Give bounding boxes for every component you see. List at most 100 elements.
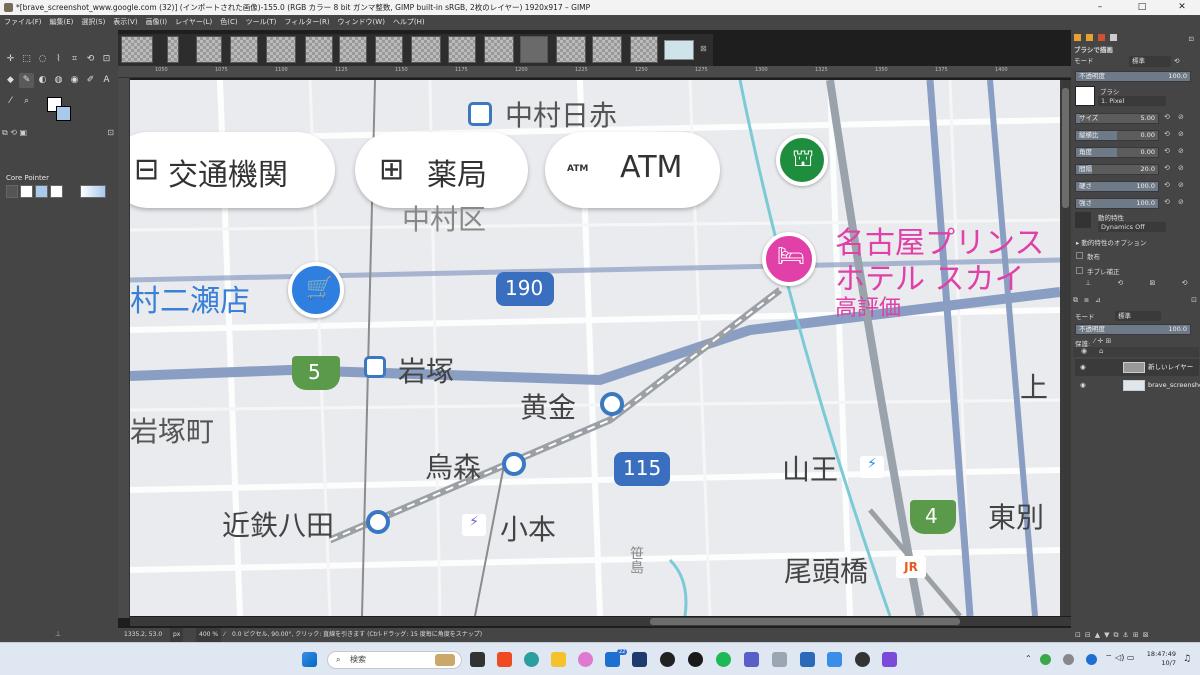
duplicate-layer-icon[interactable]: ⧉ [1114,631,1123,639]
image-tab-thumb[interactable] [630,36,658,63]
image-tab-thumb[interactable] [556,36,586,63]
fg-swatch[interactable] [20,185,33,198]
slider-link-icon[interactable]: ⊘ [1178,181,1184,189]
image-tab-thumb-photo[interactable] [520,36,548,63]
new-layer-icon[interactable]: ⊡ [1075,631,1085,639]
warp-tool-icon[interactable]: ⊡ [99,52,114,67]
lock-pixels-icon[interactable]: ⁄ ✛ ⊞ [1094,337,1111,345]
patterns-tab-icon[interactable] [1098,34,1106,41]
horizontal-scrollbar[interactable] [130,617,1071,626]
dodge-tool-icon[interactable]: ◉ [67,73,82,88]
slider-reset-icon[interactable]: ⟲ [1164,147,1170,155]
app-icon[interactable] [688,652,703,667]
menu-tools[interactable]: ツール(T) [242,15,281,30]
menu-layer[interactable]: レイヤー(L) [171,15,216,30]
obs-icon[interactable] [855,652,870,667]
crop-tool-icon[interactable]: ⌗ [67,52,82,67]
taskbar-clock[interactable]: 18:47:49 10/7 [1140,650,1176,668]
dynamics-options-expander[interactable]: ▸ 動的特性のオプション [1076,237,1146,247]
move-tool-icon[interactable]: ✛ [3,52,18,67]
image-tab-thumb[interactable] [592,36,622,63]
menu-file[interactable]: ファイル(F) [0,15,46,30]
purple-app-icon[interactable] [882,652,897,667]
channels-tab-icon[interactable]: ⧈ [1084,296,1088,304]
gradient-swatch[interactable] [80,185,106,198]
brush-slider[interactable]: 強さ 100.0 [1075,198,1159,209]
image-tab-thumb[interactable] [167,36,179,63]
menu-windows[interactable]: ウィンドウ(W) [334,15,389,30]
transform-tool-icon[interactable]: ⟲ [83,52,98,67]
windows-start-icon[interactable] [302,652,317,667]
delete-layer-icon[interactable]: ⊠ [1143,631,1153,639]
lasso-tool-icon[interactable]: ◌ [35,52,50,67]
eye-icon[interactable]: ◉ [1080,359,1086,376]
menu-select[interactable]: 選択(S) [77,15,109,30]
layer-row[interactable]: ◉ 新しいレイヤー [1075,359,1199,376]
toolbox-bottom-icon[interactable]: ⊥ [55,630,61,638]
fg-bg-tab-icon[interactable] [1074,34,1081,41]
settings-icon[interactable] [827,652,842,667]
dock-menu-icon[interactable]: ⊡ [1189,34,1194,45]
pencil-tool-icon[interactable]: ✎ [19,73,34,88]
slider-link-icon[interactable]: ⊘ [1178,147,1184,155]
image-tab-thumb[interactable] [484,36,514,63]
brush-slider[interactable]: 硬さ 100.0 [1075,181,1159,192]
layer-opacity-slider[interactable]: 不透明度 100.0 [1075,324,1191,335]
store-icon[interactable] [632,652,647,667]
menu-view[interactable]: 表示(V) [109,15,141,30]
slider-reset-icon[interactable]: ⟲ [1164,130,1170,138]
color-picker-tool-icon[interactable]: ⁄ [3,94,18,109]
menu-edit[interactable]: 編集(E) [46,15,78,30]
slider-link-icon[interactable]: ⊘ [1178,130,1184,138]
undo-tab-icon[interactable]: ▣ [20,128,28,137]
eye-icon[interactable]: ◉ [1080,377,1086,394]
menu-colors[interactable]: 色(C) [216,15,241,30]
bucket-fill-tool-icon[interactable]: ◆ [3,73,18,88]
rect-select-tool-icon[interactable]: ⬚ [19,52,34,67]
copilot-icon[interactable] [578,652,593,667]
image-tab-close-icon[interactable]: ⊠ [700,44,707,53]
image-canvas[interactable]: ⊟ 交通機関 ⊞ 薬局 ATM ATM 中村日赤 中村区 村二瀬店 🛒 190 … [130,80,1060,616]
layer-row[interactable]: ◉ brave_screenshot [1075,377,1200,394]
minimize-button[interactable]: – [1086,0,1114,15]
photo-app-icon[interactable] [800,652,815,667]
image-tab-thumb[interactable] [121,36,153,63]
slider-reset-icon[interactable]: ⟲ [1164,113,1170,121]
path-tool-icon[interactable]: ✐ [83,73,98,88]
save-preset-icon[interactable]: ⊥ [1085,279,1091,287]
brushes-tab-icon[interactable] [1086,34,1094,41]
layer-name[interactable]: 新しいレイヤー [1148,359,1193,376]
horizontal-scroll-thumb[interactable] [650,618,960,625]
slider-reset-icon[interactable]: ⟲ [1164,181,1170,189]
maximize-button[interactable]: □ [1128,0,1156,15]
teams-icon[interactable] [744,652,759,667]
delete-preset-icon[interactable]: ⊠ [1149,279,1155,287]
image-tab-thumb[interactable] [230,36,258,63]
close-button[interactable]: ✕ [1168,0,1196,15]
spotify-icon[interactable] [716,652,731,667]
restore-preset-icon[interactable]: ⟲ [1117,279,1123,287]
blur-tool-icon[interactable]: ◍ [51,73,66,88]
fonts-tab-icon[interactable] [1110,34,1118,41]
image-tab-thumb[interactable] [411,36,441,63]
device-status-tab-icon[interactable]: ⟲ [10,128,17,137]
paths-tab-icon[interactable]: ⊿ [1095,296,1101,304]
slider-reset-icon[interactable]: ⟲ [1164,164,1170,172]
slider-reset-icon[interactable]: ⟲ [1164,198,1170,206]
unit-select[interactable]: px [170,628,184,642]
slider-link-icon[interactable]: ⊘ [1178,113,1184,121]
menu-image[interactable]: 画像(I) [142,15,172,30]
raise-layer-icon[interactable]: ▲ [1095,631,1104,639]
text-tool-icon[interactable]: A [99,73,114,88]
shopping-cart-pin-icon[interactable]: 🛒 [288,262,344,318]
anchor-layer-icon[interactable]: ⚓ [1123,631,1133,639]
bg-swatch[interactable] [35,185,48,198]
smooth-checkbox[interactable] [1076,267,1083,274]
file-explorer-icon[interactable] [551,652,566,667]
scatter-checkbox[interactable] [1076,252,1083,259]
brush-swatch[interactable] [50,185,63,198]
clone-tool-icon[interactable]: ◐ [35,73,50,88]
brush-opacity-slider[interactable]: 不透明度 100.0 [1075,71,1191,82]
dynamics-icon[interactable] [1075,212,1091,228]
brush-slider[interactable]: 間隔 20.0 [1075,164,1159,175]
